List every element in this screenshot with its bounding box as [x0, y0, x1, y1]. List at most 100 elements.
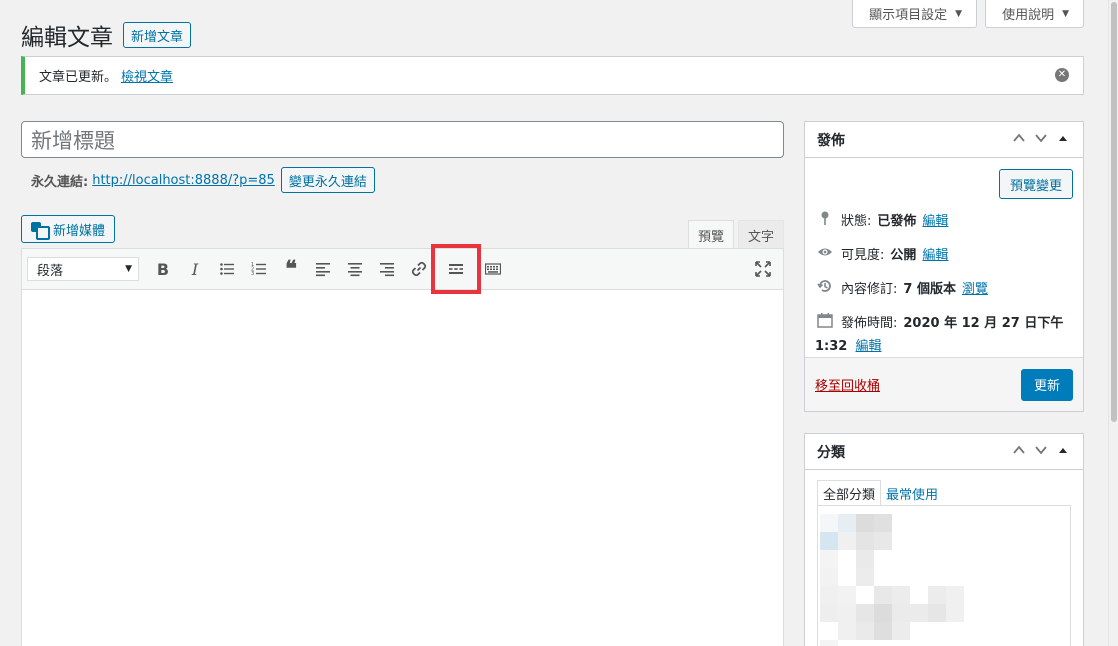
category-tabs: 全部分類 最常使用 — [817, 480, 943, 506]
tab-text[interactable]: 文字 — [737, 220, 784, 249]
preview-changes-button[interactable]: 預覽變更 — [998, 169, 1073, 199]
bold-icon[interactable]: B — [147, 254, 179, 284]
collapse-icon[interactable] — [1055, 130, 1071, 150]
publish-actions: 移至回收桶 更新 — [805, 357, 1083, 411]
publish-box-title: 發佈 — [817, 132, 845, 149]
help-button[interactable]: 使用說明 ▼ — [985, 0, 1084, 28]
page-scrollbar[interactable] — [1108, 0, 1118, 646]
move-up-icon[interactable] — [1011, 130, 1027, 150]
add-media-button[interactable]: 新增媒體 — [21, 215, 116, 243]
revisions-row: 內容修訂: 7 個版本 瀏覽 — [815, 278, 1073, 312]
move-up-icon[interactable] — [1011, 442, 1027, 462]
blurred-content — [856, 622, 874, 640]
blurred-content — [892, 622, 910, 640]
toolbar-toggle-icon[interactable] — [477, 254, 509, 284]
permalink-label: 永久連結: — [31, 174, 89, 190]
history-icon — [815, 278, 835, 294]
numbered-list-icon[interactable]: 123 — [243, 254, 275, 284]
published-date: 2020 年 12 月 27 日下午 — [903, 316, 1064, 331]
blurred-content — [856, 568, 874, 586]
help-label: 使用說明 — [1002, 8, 1055, 23]
dismiss-icon[interactable]: ✕ — [1055, 68, 1069, 82]
page-header: 編輯文章 新增文章 — [21, 18, 192, 52]
blurred-content — [856, 532, 874, 550]
blurred-content — [856, 514, 874, 532]
categories-box-header: 分類 — [805, 434, 1083, 470]
status-row: 狀態: 已發佈 編輯 — [815, 210, 1073, 244]
view-post-link[interactable]: 檢視文章 — [121, 66, 173, 85]
blurred-content — [874, 604, 892, 622]
read-more-icon[interactable] — [431, 244, 481, 294]
published-row: 發佈時間: 2020 年 12 月 27 日下午 — [815, 312, 1073, 331]
align-right-icon[interactable] — [371, 254, 403, 284]
publish-box-header: 發佈 — [805, 122, 1083, 158]
caret-down-icon: ▼ — [125, 264, 132, 274]
move-down-icon[interactable] — [1033, 130, 1049, 150]
permalink-url[interactable]: http://localhost:8888/?p=85 — [92, 173, 275, 188]
blurred-content — [838, 604, 856, 622]
category-checklist — [817, 505, 1071, 646]
visibility-value: 公開 — [890, 248, 917, 263]
page-title: 編輯文章 — [21, 25, 113, 51]
edit-status-link[interactable]: 編輯 — [922, 210, 948, 229]
format-select[interactable]: 段落 ▼ — [27, 257, 139, 281]
status-label: 狀態: — [841, 214, 872, 229]
blurred-content — [874, 622, 892, 640]
blurred-content — [838, 514, 856, 532]
publish-misc: 狀態: 已發佈 編輯 可見度: 公開 編輯 內容修訂: 7 個版本 瀏覽 發佈時… — [815, 210, 1073, 354]
update-button[interactable]: 更新 — [1020, 368, 1073, 401]
screen-options-button[interactable]: 顯示項目設定 ▼ — [852, 0, 978, 28]
revisions-label: 內容修訂: — [841, 282, 898, 297]
blurred-content — [820, 568, 838, 586]
screen-meta: 顯示項目設定 ▼ 使用說明 ▼ — [852, 0, 1084, 28]
change-permalink-button[interactable]: 變更永久連結 — [280, 167, 375, 193]
blurred-content — [820, 586, 838, 604]
tab-visual[interactable]: 預覽 — [687, 220, 734, 249]
align-left-icon[interactable] — [307, 254, 339, 284]
blurred-content — [892, 586, 910, 604]
title-placeholder: 新增標題 — [31, 128, 115, 153]
add-media-label: 新增媒體 — [53, 223, 106, 239]
status-value: 已發佈 — [877, 214, 917, 229]
format-select-value: 段落 — [37, 263, 64, 279]
italic-icon[interactable]: I — [179, 254, 211, 284]
blurred-content — [946, 604, 964, 622]
blurred-content — [820, 604, 838, 622]
media-icon — [31, 222, 50, 240]
collapse-icon[interactable] — [1055, 442, 1071, 462]
notice-text: 文章已更新。 — [39, 70, 118, 85]
blurred-content — [946, 586, 964, 604]
blurred-content — [874, 586, 892, 604]
blockquote-icon[interactable]: ❝ — [275, 254, 307, 284]
blurred-content — [820, 550, 838, 568]
screen-options-label: 顯示項目設定 — [869, 8, 948, 23]
blurred-content — [928, 604, 946, 622]
content-editor: 段落 ▼ B I 123 ❝ — [21, 244, 784, 646]
categories-box: 分類 全部分類 最常使用 — [804, 433, 1084, 646]
editor-toolbar: 段落 ▼ B I 123 ❝ — [22, 244, 783, 294]
fullscreen-icon[interactable] — [753, 259, 773, 279]
scrollbar-thumb[interactable] — [1111, 2, 1117, 422]
revisions-value: 7 個版本 — [903, 282, 956, 297]
blurred-content — [892, 604, 910, 622]
editor-content-area[interactable] — [22, 290, 783, 646]
tab-all-categories[interactable]: 全部分類 — [817, 480, 882, 506]
add-new-post-button[interactable]: 新增文章 — [123, 22, 192, 48]
visibility-label: 可見度: — [841, 248, 885, 263]
align-center-icon[interactable] — [339, 254, 371, 284]
blurred-content — [820, 532, 838, 550]
tab-most-used[interactable]: 最常使用 — [881, 480, 943, 506]
edit-date-link[interactable]: 編輯 — [855, 339, 881, 354]
blurred-content — [856, 550, 874, 568]
edit-visibility-link[interactable]: 編輯 — [922, 244, 948, 263]
move-to-trash-link[interactable]: 移至回收桶 — [815, 375, 880, 394]
browse-revisions-link[interactable]: 瀏覽 — [962, 278, 988, 297]
post-title-input[interactable]: 新增標題 — [21, 121, 784, 158]
bullet-list-icon[interactable] — [211, 254, 243, 284]
move-down-icon[interactable] — [1033, 442, 1049, 462]
blurred-content — [928, 586, 946, 604]
publish-box: 發佈 預覽變更 狀態: 已發佈 編輯 可見度: 公開 編輯 內容修訂: 7 個版… — [804, 121, 1084, 412]
blurred-content — [838, 622, 856, 640]
blurred-content — [874, 514, 892, 532]
categories-box-title: 分類 — [817, 444, 845, 461]
